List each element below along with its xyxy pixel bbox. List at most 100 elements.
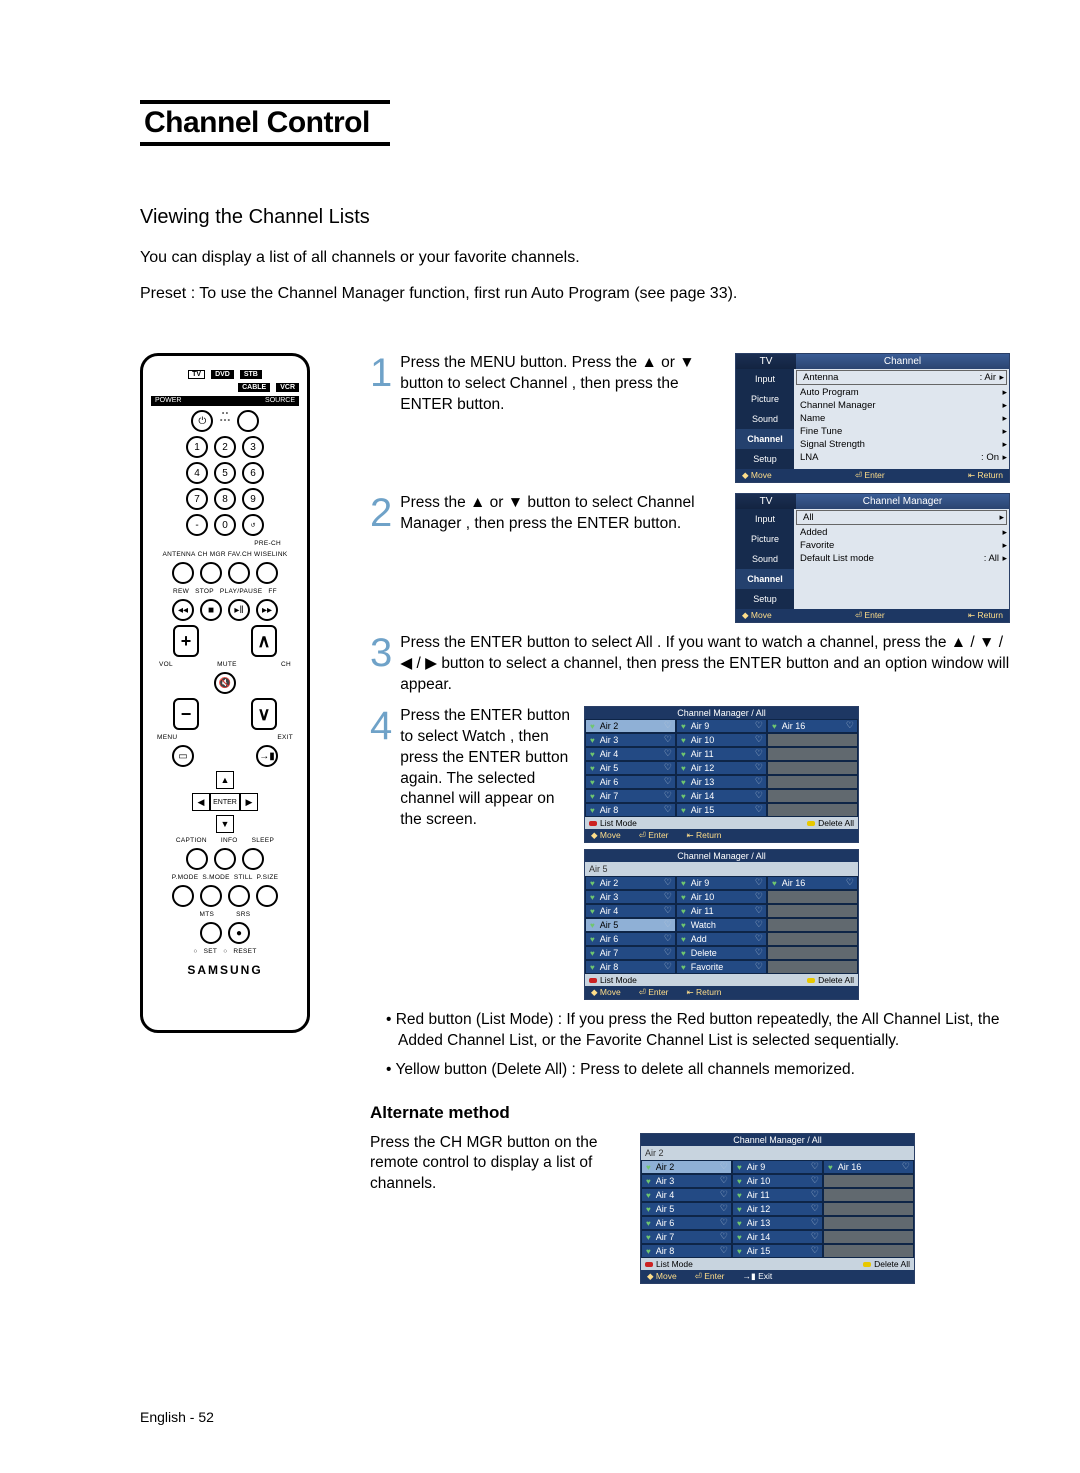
osd1-side-channel: Channel [736, 429, 794, 449]
enter-button: ENTER [210, 793, 240, 811]
chan-grid-3: Channel Manager / All Air 2 Air 2♡Air 9♡… [640, 1133, 915, 1284]
remote-tv-label: TV [188, 370, 205, 379]
lbl-favch: FAV.CH [228, 551, 252, 558]
osd2-main: All▸ Added▸ Favorite▸ Default List mode:… [794, 509, 1009, 609]
lbl-info: INFO [221, 837, 238, 844]
chan-grid-2: Channel Manager / All Air 5 Air 2♡Air 9♡… [584, 849, 859, 1000]
psize-button [256, 885, 278, 907]
dash-button: - [186, 514, 208, 536]
remote-stb-label: STB [240, 370, 262, 379]
alternate-text: Press the CH MGR button on the remote co… [370, 1133, 600, 1284]
num-0: 0 [214, 514, 236, 536]
ch-up: ∧ [251, 625, 277, 657]
step4-bullet1: • Red button (List Mode) : If you press … [398, 1010, 1010, 1052]
osd1-side-picture: Picture [736, 389, 794, 409]
nav-up: ▲ [216, 771, 234, 789]
lbl-reset: RESET [233, 948, 256, 955]
lbl-menu: MENU [157, 734, 177, 741]
step-num-1: 1 [370, 353, 392, 483]
osd2-side-input: Input [736, 509, 794, 529]
lbl-set: SET [204, 948, 218, 955]
pmode-button [172, 885, 194, 907]
lbl-sleep: SLEEP [252, 837, 274, 844]
intro-p2: Preset : To use the Channel Manager func… [140, 285, 1010, 303]
remote-black-bar: POWER SOURCE [151, 396, 299, 406]
step-num-3: 3 [370, 633, 392, 696]
num-4: 4 [186, 462, 208, 484]
lbl-ff: FF [268, 588, 277, 595]
step4-bullet2: • Yellow button (Delete All) : Press to … [398, 1060, 1010, 1081]
lbl-srs: SRS [236, 911, 250, 918]
step-text-4: Press the ENTER button to select Watch ,… [400, 706, 570, 1000]
lbl-antenna: ANTENNA [162, 551, 195, 558]
num-2: 2 [214, 436, 236, 458]
play-button: ▸‖ [228, 599, 250, 621]
source-button [237, 410, 259, 432]
num-5: 5 [214, 462, 236, 484]
lbl-vol: VOL [159, 661, 173, 668]
still-button [228, 885, 250, 907]
page-footer: English - 52 [140, 1409, 214, 1425]
num-6: 6 [242, 462, 264, 484]
step-text-3: Press the ENTER button to select All . I… [400, 633, 1010, 696]
favch-button [228, 562, 250, 584]
lbl-caption: CAPTION [176, 837, 207, 844]
lbl-exit: EXIT [277, 734, 293, 741]
ff-button: ▸▸ [256, 599, 278, 621]
alternate-block: Alternate method Press the CH MGR button… [370, 1103, 1010, 1284]
osd2-side-sound: Sound [736, 549, 794, 569]
prech-label: PRE-CH [151, 540, 281, 547]
vol-down: − [173, 698, 199, 730]
lbl-still: STILL [234, 874, 253, 881]
sleep-button [242, 848, 264, 870]
lbl-rew: REW [173, 588, 189, 595]
osd1-tab-tv: TV [736, 354, 796, 369]
brand-label: SAMSUNG [151, 963, 299, 977]
osd2-tab-tv: TV [736, 494, 796, 509]
intro-block: Viewing the Channel Lists You can displa… [140, 206, 1010, 303]
remote-vcr-label: VCR [276, 383, 299, 392]
lbl-pmode: P.MODE [172, 874, 199, 881]
mute-button: 🔇 [214, 672, 236, 694]
osd-channel-manager: TV Channel Manager Input Picture Sound C… [735, 493, 1010, 623]
osd-channel: TV Channel Input Picture Sound Channel S… [735, 353, 1010, 483]
osd1-tab-channel: Channel [796, 354, 1009, 369]
rew-button: ◂◂ [172, 599, 194, 621]
prech-button: ↺ [242, 514, 264, 536]
lbl-ch: CH [281, 661, 291, 668]
step-num-2: 2 [370, 493, 392, 623]
nav-left: ◀ [192, 793, 210, 811]
vol-up: + [173, 625, 199, 657]
exit-button: →▮ [256, 745, 278, 767]
remote-illustration: TV DVD STB CABLE VCR POWER SOURCE ⏻ ∘∘∘∘… [140, 353, 310, 1284]
chan-grid-1: Channel Manager / All Air 2♡Air 9♡Air 16… [584, 706, 859, 843]
section-subtitle: Viewing the Channel Lists [140, 206, 1010, 229]
remote-cable-label: CABLE [238, 383, 270, 392]
osd1-side-input: Input [736, 369, 794, 389]
ch-down: ∨ [251, 698, 277, 730]
step-text-1: Press the MENU button. Press the ▲ or ▼ … [400, 353, 721, 483]
num-1: 1 [186, 436, 208, 458]
steps-column: 1 Press the MENU button. Press the ▲ or … [370, 353, 1010, 1284]
lbl-stop: STOP [195, 588, 214, 595]
remote-dvd-label: DVD [211, 370, 234, 379]
num-3: 3 [242, 436, 264, 458]
lbl-smode: S.MODE [202, 874, 229, 881]
menu-button: ▭ [172, 745, 194, 767]
page-header: Channel Control [140, 100, 1010, 146]
chmgr-button [200, 562, 222, 584]
osd2-side-channel: Channel [736, 569, 794, 589]
num-8: 8 [214, 488, 236, 510]
stop-button: ■ [200, 599, 222, 621]
smode-button [200, 885, 222, 907]
intro-p1: You can display a list of all channels o… [140, 249, 1010, 267]
antenna-button [172, 562, 194, 584]
alternate-title: Alternate method [370, 1103, 1010, 1123]
osd2-tab-chmgr: Channel Manager [796, 494, 1009, 509]
lbl-play: PLAY/PAUSE [220, 588, 263, 595]
step-num-4: 4 [370, 706, 392, 1000]
srs-button: ● [228, 922, 250, 944]
lbl-mute: MUTE [217, 661, 237, 668]
wiselink-button [256, 562, 278, 584]
power-button: ⏻ [191, 410, 213, 432]
